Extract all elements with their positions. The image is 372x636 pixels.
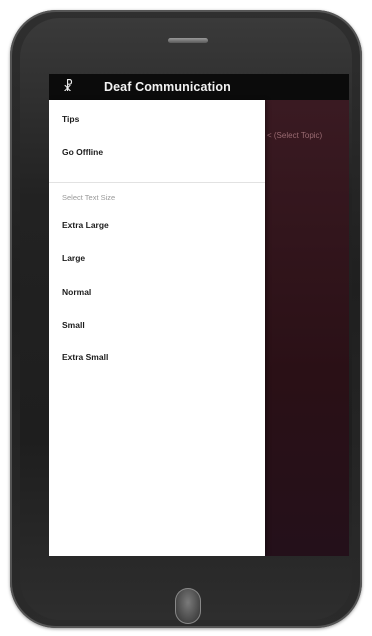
phone-speaker	[168, 38, 208, 43]
content-backdrop[interactable]: < (Select Topic)	[265, 100, 349, 556]
text-size-large[interactable]: Large	[62, 253, 85, 263]
drawer-item-tips[interactable]: Tips	[62, 114, 79, 124]
navigation-drawer: Tips Go Offline Select Text Size Extra L…	[49, 100, 265, 556]
drawer-divider	[49, 182, 265, 183]
home-button[interactable]	[175, 588, 201, 624]
text-size-section-header: Select Text Size	[62, 193, 116, 202]
drawer-item-go-offline[interactable]: Go Offline	[62, 147, 103, 157]
app-logo-icon[interactable]: ☧	[63, 79, 77, 95]
text-size-extra-large[interactable]: Extra Large	[62, 220, 109, 230]
text-size-extra-small[interactable]: Extra Small	[62, 352, 108, 362]
app-title: Deaf Communication	[104, 80, 231, 94]
app-bar: ☧ Deaf Communication	[49, 74, 349, 100]
phone-screen: ☧ Deaf Communication < (Select Topic) Ti…	[49, 74, 349, 556]
phone-frame: ☧ Deaf Communication < (Select Topic) Ti…	[10, 10, 362, 628]
topic-selector-text: < (Select Topic)	[267, 131, 323, 140]
text-size-small[interactable]: Small	[62, 320, 85, 330]
text-size-normal[interactable]: Normal	[62, 287, 91, 297]
